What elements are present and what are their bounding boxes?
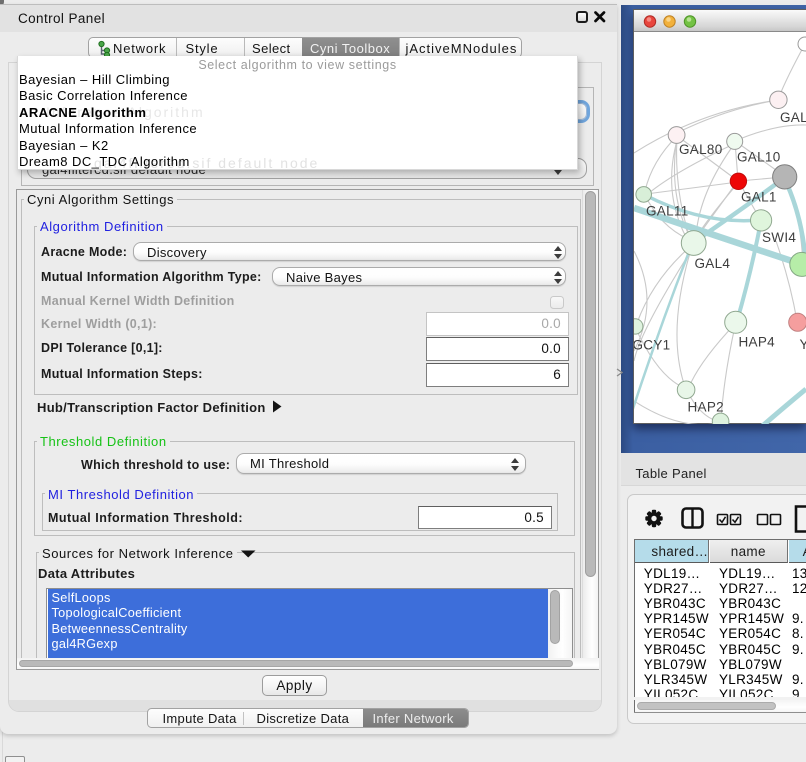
svg-text:SWI4: SWI4 <box>762 230 796 245</box>
svg-text:GAL2: GAL2 <box>780 110 806 125</box>
svg-text:HAP2: HAP2 <box>688 400 724 415</box>
svg-text:GAL1: GAL1 <box>741 190 777 205</box>
svg-text:Y: Y <box>800 337 806 352</box>
svg-text:GAL4: GAL4 <box>695 256 731 271</box>
svg-text:GAL80: GAL80 <box>679 142 723 157</box>
svg-text:GCY1: GCY1 <box>634 338 670 353</box>
svg-text:GAL11: GAL11 <box>646 204 689 219</box>
svg-text:HAP4: HAP4 <box>739 335 776 350</box>
svg-text:GAL10: GAL10 <box>737 150 781 165</box>
